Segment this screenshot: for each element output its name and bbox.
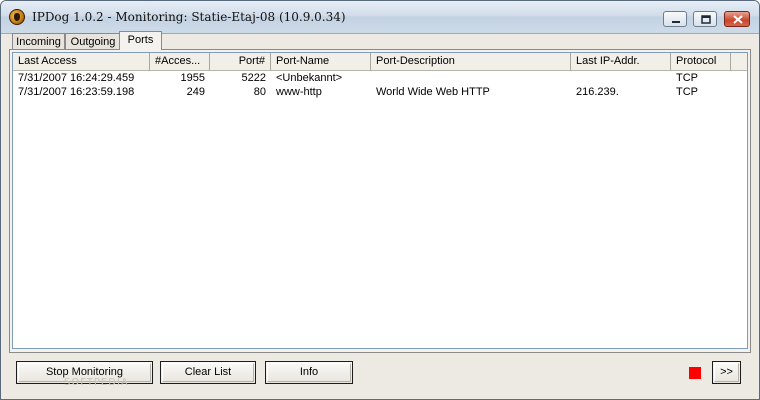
cell-port-description: World Wide Web HTTP: [376, 86, 490, 98]
app-dog-icon[interactable]: [9, 9, 25, 25]
cell-last-ip: 216.239.: [576, 86, 619, 98]
info-label: Info: [299, 366, 319, 378]
minimize-icon: [672, 21, 680, 23]
ports-list[interactable]: Last Access #Acces... Port# Port-Name Po…: [12, 52, 748, 349]
tab-ports[interactable]: Ports: [119, 31, 162, 50]
tab-ports-label: Ports: [127, 34, 154, 46]
list-header: Last Access #Acces... Port# Port-Name Po…: [13, 53, 747, 71]
tab-outgoing-label: Outgoing: [70, 36, 116, 48]
column-header-port-name[interactable]: Port-Name: [271, 53, 371, 70]
maximize-icon: [701, 15, 711, 24]
close-icon: [733, 15, 743, 24]
window-title: IPDog 1.0.2 - Monitoring: Statie-Etaj-08…: [32, 10, 346, 24]
title-bar[interactable]: IPDog 1.0.2 - Monitoring: Statie-Etaj-08…: [1, 1, 759, 34]
clear-list-button[interactable]: Clear List: [160, 361, 256, 384]
minimize-button[interactable]: [663, 11, 687, 27]
status-indicator: [689, 367, 701, 379]
cell-port: 80: [253, 86, 266, 98]
more-label: >>: [720, 366, 733, 378]
column-header-last-access[interactable]: Last Access: [13, 53, 150, 70]
clear-list-label: Clear List: [184, 366, 232, 378]
cell-port-name: www-http: [276, 86, 322, 98]
cell-last-access: 7/31/2007 16:24:29.459: [18, 72, 135, 84]
tab-outgoing[interactable]: Outgoing: [65, 33, 121, 49]
app-window: IPDog 1.0.2 - Monitoring: Statie-Etaj-08…: [0, 0, 760, 400]
column-header-protocol[interactable]: Protocol: [671, 53, 731, 70]
column-header-access-count[interactable]: #Acces...: [150, 53, 210, 70]
close-button[interactable]: [724, 11, 750, 27]
cell-protocol: TCP: [676, 72, 698, 84]
column-header-port-description[interactable]: Port-Description: [371, 53, 571, 70]
column-header-last-ip[interactable]: Last IP-Addr.: [571, 53, 671, 70]
cell-last-ip: [571, 71, 671, 85]
cell-protocol: TCP: [676, 86, 698, 98]
cell-access-count: 249: [186, 86, 205, 98]
softpedia-watermark: SOFTPEDIA: [64, 377, 129, 388]
info-button[interactable]: Info: [265, 361, 353, 384]
table-row[interactable]: 7/31/2007 16:24:29.459 1955 5222 <Unbeka…: [13, 71, 747, 85]
tab-incoming-label: Incoming: [16, 36, 61, 48]
column-header-port[interactable]: Port#: [210, 53, 271, 70]
cell-port-name: <Unbekannt>: [276, 72, 343, 84]
cell-access-count: 1955: [180, 72, 205, 84]
cell-last-access: 7/31/2007 16:23:59.198: [18, 86, 135, 98]
table-row[interactable]: 7/31/2007 16:23:59.198 249 80 www-http W…: [13, 85, 747, 99]
more-button[interactable]: >>: [712, 361, 741, 384]
cell-port-description: [371, 71, 571, 85]
cell-port: 5222: [241, 72, 266, 84]
tab-incoming[interactable]: Incoming: [12, 33, 65, 49]
maximize-button[interactable]: [693, 11, 717, 27]
